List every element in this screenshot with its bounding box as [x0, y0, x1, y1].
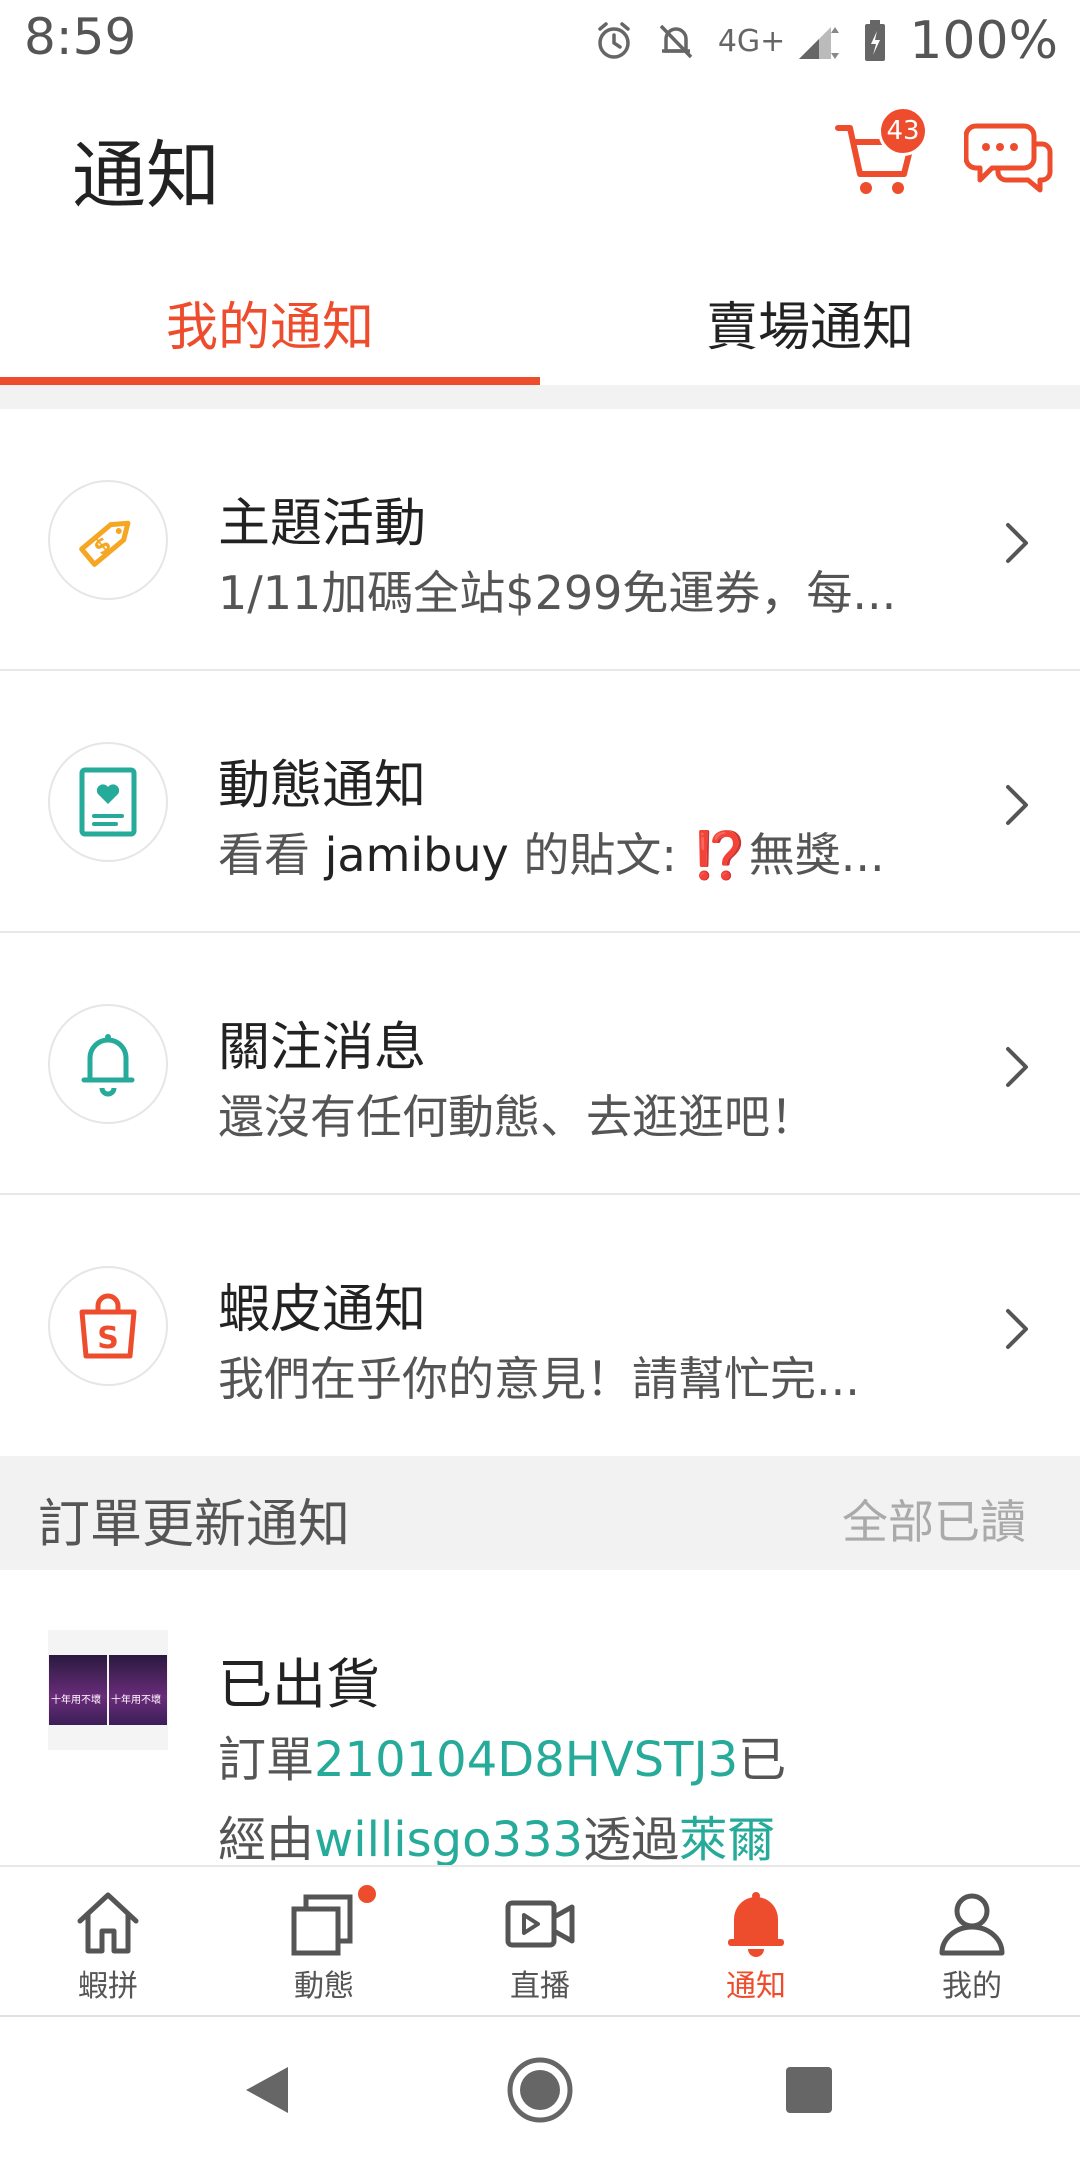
nav-item-live[interactable]: 直播: [432, 1867, 648, 2019]
notification-icon-wrapper: $: [48, 480, 168, 600]
order-prefix: 訂單: [218, 1732, 315, 1788]
nav-label: 通知: [726, 1969, 786, 2004]
notification-row-feed[interactable]: 動態通知 看看 jamibuy 的貼文: ⁉️無獎...: [0, 671, 1080, 933]
status-icons: 4G+ 100%: [594, 6, 1058, 76]
subtitle-username: jamibuy: [324, 828, 509, 882]
order-updates-title: 訂單更新通知: [38, 1495, 351, 1555]
network-type: 4G+: [717, 23, 786, 59]
notification-row-shopee[interactable]: S 蝦皮通知 我們在乎你的意見！請幫忙完...: [0, 1195, 1080, 1457]
chat-button[interactable]: [963, 118, 1054, 198]
order-updates-header: 訂單更新通知 全部已讀: [0, 1456, 1080, 1570]
notification-icon-wrapper: S: [48, 1266, 168, 1386]
section-divider: [0, 385, 1080, 409]
nav-label: 蝦拼: [78, 1969, 138, 2004]
order-detail-line2: 經由willisgo333透過萊爾: [218, 1800, 775, 1865]
nav-item-profile[interactable]: 我的: [864, 1867, 1080, 2019]
tab-my-notifications[interactable]: 我的通知: [0, 260, 540, 385]
notification-title: 關注消息: [218, 1018, 427, 1078]
notification-row-following[interactable]: 關注消息 還沒有任何動態、去逛逛吧！: [0, 933, 1080, 1195]
via-prefix: 經由: [218, 1812, 315, 1865]
chevron-right-icon: [1006, 1309, 1028, 1349]
svg-text:$: $: [89, 532, 117, 561]
order-update-item[interactable]: 十年用不壞 十年用不壞 已出貨 訂單210104D8HVSTJ3已 經由will…: [0, 1570, 1080, 1865]
chevron-right-icon: [1006, 785, 1028, 825]
chevron-right-icon: [1006, 523, 1028, 563]
svg-text:S: S: [97, 1321, 119, 1356]
profile-icon: [939, 1893, 1005, 1956]
notification-subtitle: 看看 jamibuy 的貼文: ⁉️無獎...: [218, 819, 938, 885]
subtitle-suffix: 的貼文: ⁉️無獎...: [508, 828, 885, 882]
carrier-link[interactable]: 萊爾: [679, 1812, 775, 1865]
recent-apps-icon[interactable]: [774, 2055, 844, 2125]
notification-title: 主題活動: [218, 494, 427, 554]
price-tag-icon: $: [79, 520, 131, 567]
feed-card-icon: [79, 767, 137, 837]
order-detail-line1: 訂單210104D8HVSTJ3已: [218, 1720, 786, 1790]
nav-item-feed[interactable]: 動態: [216, 1867, 432, 2019]
signal-icon: [799, 27, 840, 59]
product-thumbnail: 十年用不壞 十年用不壞: [48, 1630, 168, 1750]
cart-count-badge: 43: [878, 106, 928, 156]
notification-icon-wrapper: [48, 1004, 168, 1124]
subtitle-prefix: 看看: [218, 828, 325, 882]
feed-icon: [291, 1894, 353, 1956]
nav-label: 我的: [942, 1969, 1002, 2004]
home-button-icon[interactable]: [505, 2055, 575, 2125]
order-status-title: 已出貨: [218, 1653, 380, 1716]
live-video-icon: [505, 1900, 575, 1948]
order-suffix: 已: [738, 1732, 787, 1788]
mark-all-read-button[interactable]: 全部已讀: [842, 1486, 1026, 1552]
nav-item-home[interactable]: 蝦拼: [0, 1867, 216, 2019]
system-navigation-bar: [0, 2019, 1080, 2160]
notification-tabs: 我的通知 賣場通知: [0, 260, 1080, 385]
notification-subtitle: 還沒有任何動態、去逛逛吧！: [218, 1090, 816, 1144]
page-title: 通知: [72, 133, 220, 219]
seller-link[interactable]: willisgo333: [314, 1812, 583, 1865]
back-icon[interactable]: [232, 2055, 302, 2125]
bottom-navigation: 蝦拼 動態 直播 通知 我的: [0, 1865, 1080, 2017]
active-tab-indicator: [0, 377, 540, 385]
home-icon: [77, 1892, 139, 1954]
notification-title: 動態通知: [218, 756, 427, 816]
mute-bell-icon: [659, 24, 693, 59]
nav-item-notifications[interactable]: 通知: [648, 1867, 864, 2019]
thumbnail-caption: 十年用不壞: [51, 1695, 101, 1706]
bell-icon: [728, 1892, 784, 1957]
shopee-bag-icon: S: [79, 1293, 137, 1359]
notification-icon-wrapper: [48, 742, 168, 862]
status-bar: 8:59 4G+ 100%: [0, 0, 1080, 80]
battery-icon: [865, 20, 886, 61]
via-mid: 透過: [583, 1812, 680, 1865]
alarm-icon: [598, 22, 630, 59]
status-time: 8:59: [24, 8, 137, 66]
notification-subtitle: 我們在乎你的意見！請幫忙完...: [218, 1352, 860, 1406]
chat-icon: [963, 123, 1053, 193]
notification-title: 蝦皮通知: [218, 1280, 427, 1340]
nav-label: 直播: [510, 1969, 570, 2004]
thumbnail-caption: 十年用不壞: [111, 1695, 161, 1706]
nav-label: 動態: [294, 1969, 354, 2004]
notification-row-events[interactable]: $ 主題活動 1/11加碼全站$299免運券，每...: [0, 409, 1080, 671]
feed-unread-dot: [356, 1883, 378, 1905]
tab-shop-notifications[interactable]: 賣場通知: [540, 260, 1080, 385]
battery-percentage: 100%: [909, 11, 1058, 71]
notification-subtitle: 1/11加碼全站$299免運券，每...: [218, 566, 897, 620]
bell-icon: [81, 1034, 135, 1097]
chevron-right-icon: [1006, 1047, 1028, 1087]
order-id-link[interactable]: 210104D8HVSTJ3: [314, 1732, 738, 1788]
